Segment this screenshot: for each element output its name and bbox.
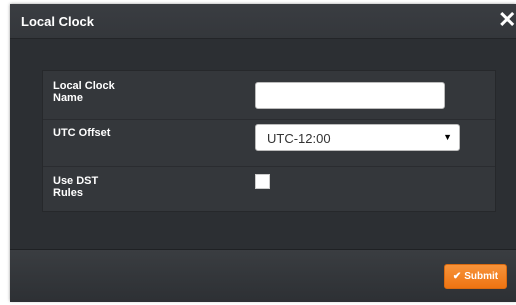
dropdown-arrow-icon: ▼: [443, 132, 452, 142]
dialog-title: Local Clock: [21, 14, 94, 29]
utc-offset-value: UTC-12:00: [267, 131, 331, 146]
use-dst-rules-label: Use DST Rules: [53, 175, 99, 199]
submit-button[interactable]: ✔ Submit: [444, 264, 507, 289]
local-clock-name-input[interactable]: [255, 82, 445, 109]
utc-offset-label: UTC Offset: [53, 127, 111, 139]
close-icon[interactable]: ✕: [498, 9, 516, 31]
check-icon: ✔: [452, 271, 462, 282]
local-clock-dialog: Local Clock ✕ Local Clock Name UTC Offse…: [10, 4, 516, 302]
submit-label: Submit: [464, 271, 499, 282]
utc-offset-select[interactable]: UTC-12:00 ▼: [255, 124, 460, 151]
dialog-body: Local Clock Name UTC Offset UTC-12:00 ▼ …: [10, 39, 516, 249]
form-panel: Local Clock Name UTC Offset UTC-12:00 ▼ …: [42, 70, 496, 212]
form-row-name: Local Clock Name: [43, 71, 495, 120]
form-row-utc-offset: UTC Offset UTC-12:00 ▼: [43, 119, 495, 167]
form-row-dst: Use DST Rules: [43, 166, 495, 211]
dialog-footer: ✔ Submit: [10, 249, 516, 302]
dialog-header: Local Clock ✕: [10, 4, 516, 39]
local-clock-name-label: Local Clock Name: [53, 80, 115, 104]
use-dst-rules-checkbox[interactable]: [255, 174, 270, 189]
